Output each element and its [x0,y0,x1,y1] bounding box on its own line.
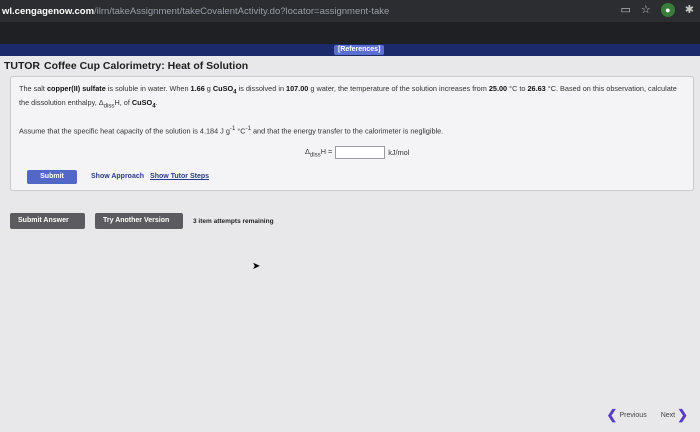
previous-button[interactable]: ❮ Previous [606,407,647,422]
menu-icon[interactable]: ✱ [685,3,694,17]
references-button[interactable]: [References] [334,45,385,55]
salt-name: copper(II) sulfate [46,84,106,93]
answer-unit: kJ/mol [388,148,410,157]
next-button[interactable]: Next ❯ [660,407,688,422]
help-links: Show Approach Show Tutor Steps [91,173,209,180]
chevron-left-icon: ❮ [606,407,618,422]
pagination-nav: ❮ Previous Next ❯ [606,407,688,422]
question-panel: The salt copper(II) sulfate is soluble i… [10,76,694,191]
bookmark-star-icon[interactable]: ☆ [641,3,651,17]
try-another-version-button[interactable]: Try Another Version [95,213,183,229]
tutor-prefix: TUTOR [4,60,40,72]
page-title: TUTOR Coffee Cup Calorimetry: Heat of Sol… [4,60,248,72]
final-temp: 26.63 [527,84,546,93]
chevron-right-icon: ❯ [677,407,688,422]
browser-url-bar[interactable]: wl.cengagenow.com/ilrn/takeAssignment/ta… [0,0,700,22]
cast-icon[interactable]: ▭ [621,3,631,17]
attempts-remaining: 3 item attempts remaining [193,217,274,225]
previous-label: Previous [619,411,647,419]
url-host: wl.cengagenow.com [2,5,95,17]
submit-button[interactable]: Submit [27,170,77,184]
extension-icon[interactable]: ● [660,3,675,17]
dissolution-enthalpy-input[interactable] [335,146,386,159]
url-path: /ilrn/takeAssignment/takeCovalentActivit… [94,5,390,17]
water-mass: 107.00 [286,84,309,93]
salt-formula: CuSO4 [212,84,237,96]
salt-formula-2: CuSO4 [131,98,156,110]
salt-mass: 1.66 [190,84,205,93]
title-text: Coffee Cup Calorimetry: Heat of Solution [43,60,249,72]
problem-text: The salt copper(II) sulfate is soluble i… [19,84,677,110]
next-label: Next [660,411,676,419]
mouse-cursor-icon: ➤ [252,261,261,272]
assumption-text: Assume that the specific heat capacity o… [19,125,444,136]
answer-label: ΔdissH = [305,146,333,159]
submit-answer-button[interactable]: Submit Answer [10,213,85,229]
show-tutor-steps-link[interactable]: Show Tutor Steps [150,173,209,180]
browser-toolbar-icons: ▭ ☆ ● ✱ [621,3,694,17]
browser-tab-strip [0,22,700,44]
initial-temp: 25.00 [488,84,508,93]
assignment-actions: Submit Answer Try Another Version 3 item… [10,213,274,229]
show-approach-link[interactable]: Show Approach [91,173,144,180]
answer-row: ΔdissH = kJ/mol [305,146,409,159]
